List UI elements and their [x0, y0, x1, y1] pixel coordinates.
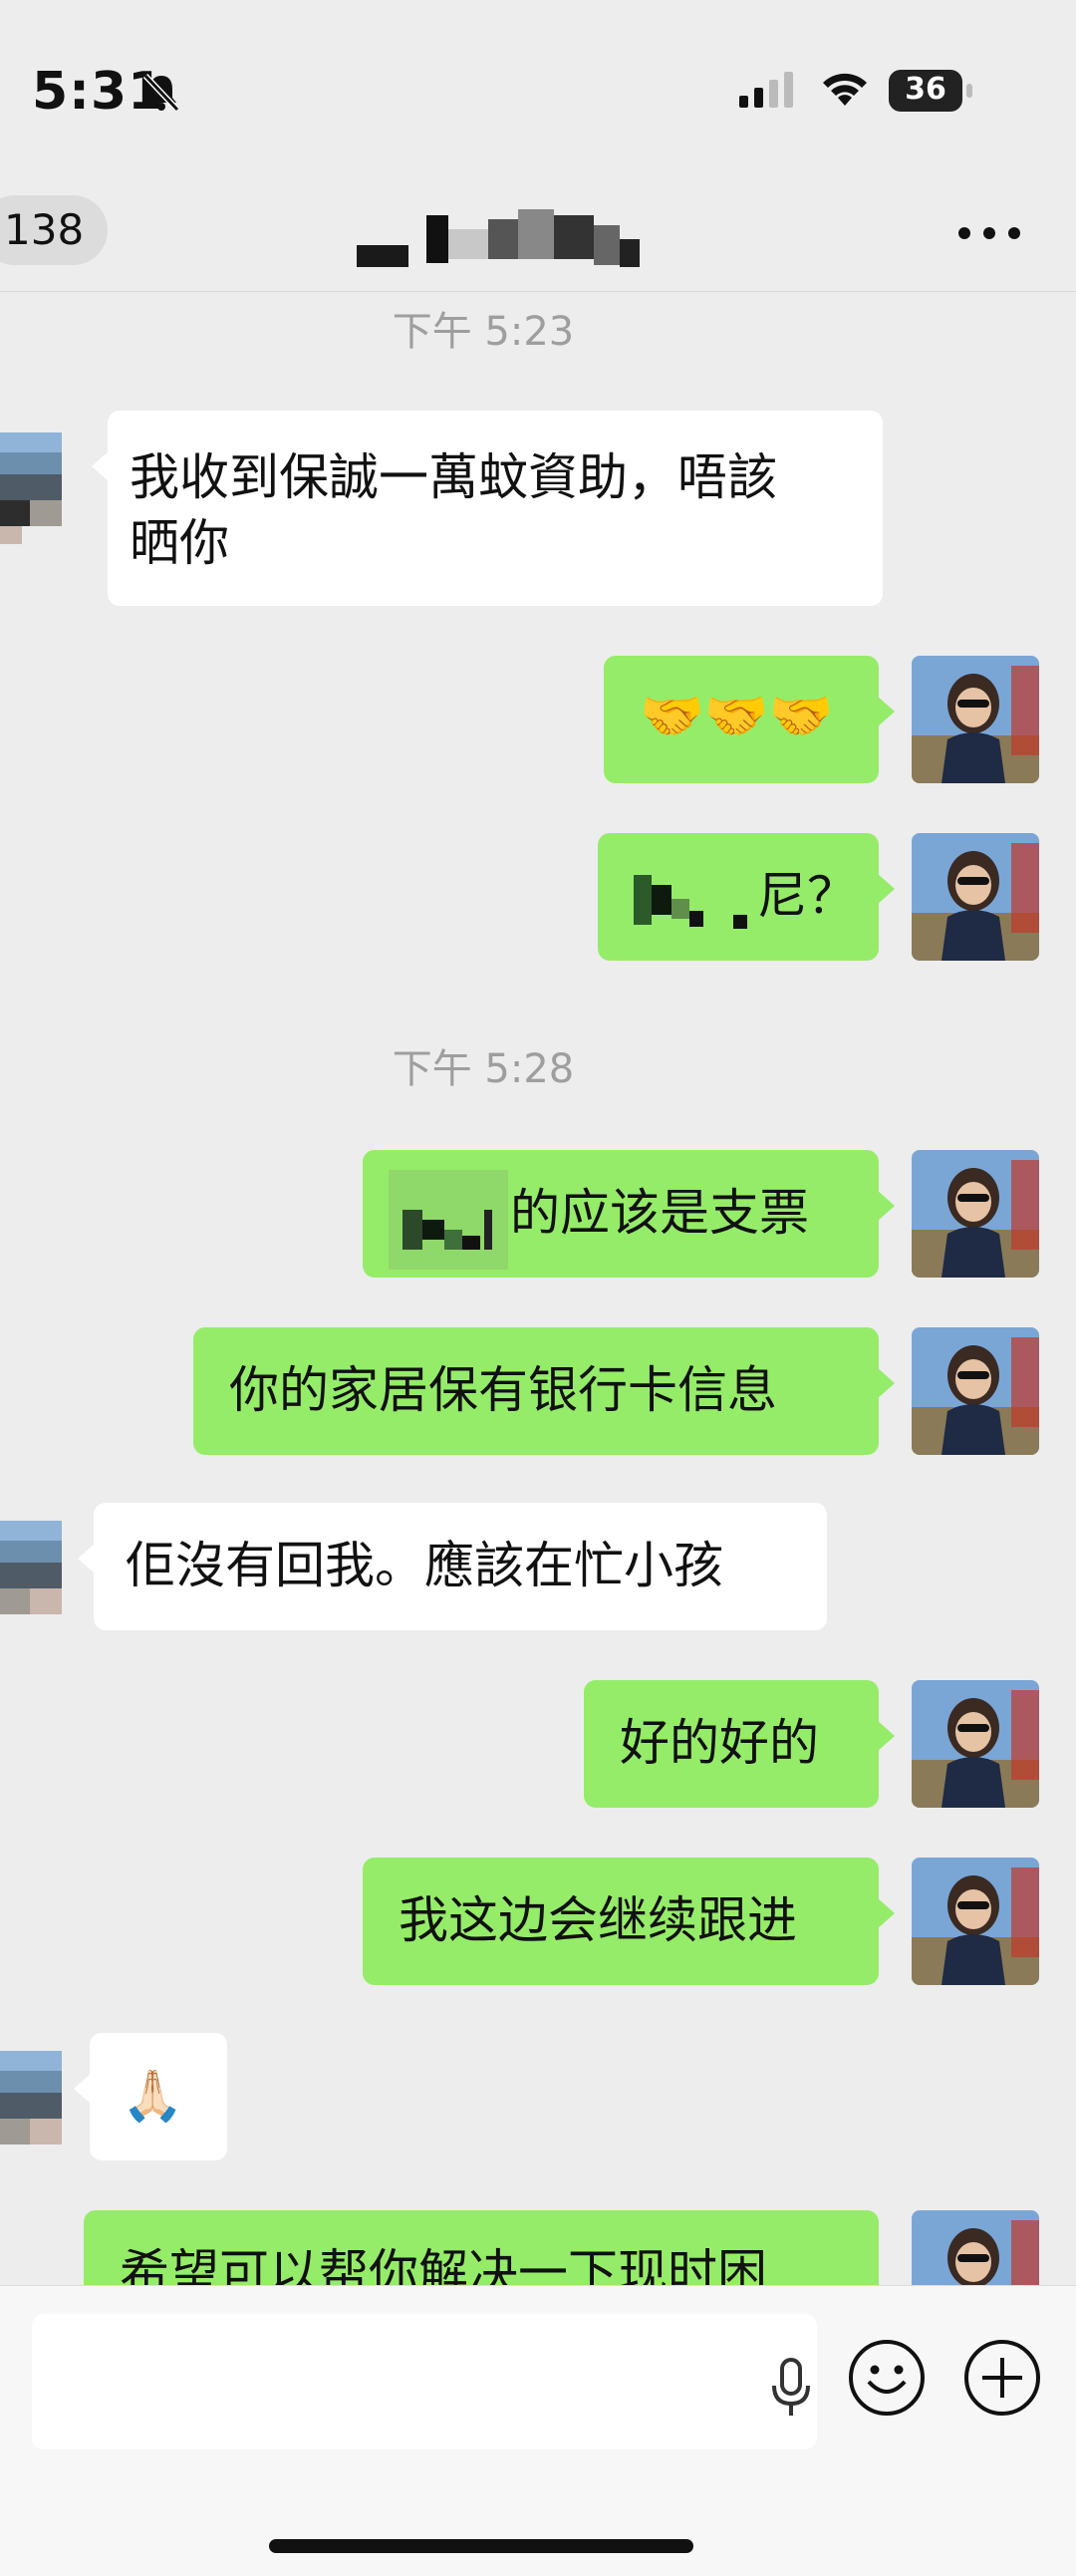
contact-avatar[interactable] [0, 427, 68, 556]
message-text: 好的好的 [620, 1714, 819, 1772]
message-text: 🙏🏻 [122, 2067, 184, 2125]
user-avatar[interactable] [912, 1327, 1039, 1455]
message-text: 你的家居保有银行卡信息 [229, 1361, 777, 1419]
message-bubble-out[interactable]: 我这边会继续跟进 [363, 1858, 895, 1985]
message-bubble-out[interactable]: 的应该是支票 [363, 1150, 895, 1278]
plus-icon[interactable] [962, 2338, 1042, 2418]
message-bubble-out[interactable]: 尼？ [598, 833, 895, 961]
message-text: 佢沒有回我。應該在忙小孩 [126, 1537, 723, 1594]
message-text: 🤝🤝🤝 [640, 687, 834, 746]
redacted-text [634, 875, 747, 929]
message-text: 尼？ [757, 867, 857, 925]
battery-icon: 36 [889, 70, 972, 112]
chat-title-redacted [357, 209, 640, 267]
home-indicator[interactable] [269, 2539, 693, 2553]
signal-icon [739, 72, 793, 108]
chat-header: 138 [0, 179, 1076, 292]
message-bubble-out[interactable]: 好的好的 [584, 1680, 895, 1808]
emoji-icon[interactable] [847, 2338, 927, 2418]
back-button[interactable]: 138 [0, 195, 109, 265]
wifi-icon [823, 73, 867, 106]
battery-level: 36 [905, 72, 946, 107]
timestamp: 下午 5:23 [392, 309, 575, 355]
user-avatar[interactable] [912, 1680, 1039, 1808]
contact-avatar[interactable] [0, 1515, 68, 1644]
user-avatar[interactable] [912, 656, 1039, 783]
message-bubble-in[interactable]: 佢沒有回我。應該在忙小孩 [78, 1503, 827, 1630]
input-toolbar [0, 2285, 1076, 2576]
user-avatar[interactable] [912, 1858, 1039, 1985]
bell-slash-icon [142, 73, 180, 113]
message-text: 的应该是支票 [510, 1184, 809, 1242]
message-input[interactable] [32, 2314, 817, 2449]
user-avatar[interactable] [912, 833, 1039, 961]
message-text: 我这边会继续跟进 [399, 1891, 797, 1949]
message-bubble-in[interactable]: 🙏🏻 [74, 2033, 227, 2160]
microphone-icon[interactable] [769, 2358, 813, 2418]
timestamp: 下午 5:28 [392, 1046, 575, 1092]
more-icon[interactable] [954, 209, 1024, 259]
message-bubble-in[interactable]: 我收到保誠一萬蚊資助，唔該 晒你 [92, 411, 883, 606]
message-text: 我收到保誠一萬蚊資助，唔該 晒你 [130, 448, 777, 572]
redacted-text [389, 1170, 508, 1270]
status-bar: 5:31 36 [0, 0, 1076, 179]
message-bubble-out[interactable]: 你的家居保有银行卡信息 [193, 1327, 895, 1455]
user-avatar[interactable] [912, 1150, 1039, 1278]
message-bubble-out[interactable]: 🤝🤝🤝 [604, 656, 895, 783]
contact-avatar[interactable] [0, 2045, 68, 2174]
